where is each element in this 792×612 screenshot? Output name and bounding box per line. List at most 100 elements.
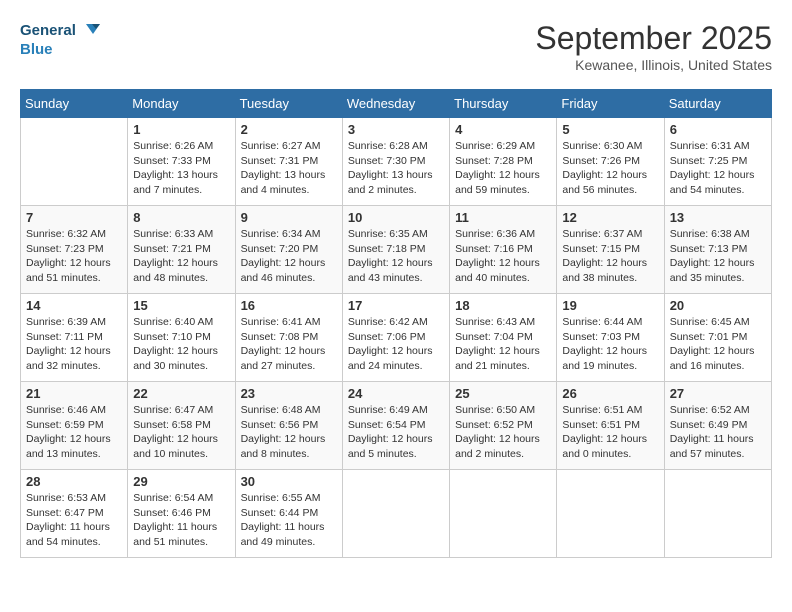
calendar-cell: 1Sunrise: 6:26 AM Sunset: 7:33 PM Daylig… [128, 118, 235, 206]
location: Kewanee, Illinois, United States [535, 57, 772, 73]
calendar-cell [664, 470, 771, 558]
day-info: Sunrise: 6:33 AM Sunset: 7:21 PM Dayligh… [133, 227, 229, 286]
day-number: 21 [26, 386, 122, 401]
calendar-cell: 29 Sunrise: 6:54 AM Sunset: 6:46 PM Dayli… [128, 470, 235, 558]
calendar-cell [450, 470, 557, 558]
calendar-cell: 10 Sunrise: 6:35 AM Sunset: 7:18 PM Dayli… [342, 206, 449, 294]
calendar-cell: 23 Sunrise: 6:48 AM Sunset: 6:56 PM Dayli… [235, 382, 342, 470]
day-info: Sunrise: 6:31 AM Sunset: 7:25 PM Dayligh… [670, 139, 766, 198]
day-number: 4 [455, 122, 551, 137]
day-info: Sunrise: 6:36 AM Sunset: 7:16 PM Dayligh… [455, 227, 551, 286]
day-info: Sunrise: 6:46 AM Sunset: 6:59 PM Dayligh… [26, 403, 122, 462]
day-number: 13 [670, 210, 766, 225]
day-info: Sunrise: 6:29 AM Sunset: 7:28 PM Dayligh… [455, 139, 551, 198]
calendar-cell: 18Sunrise: 6:43 AM Sunset: 7:04 PM Dayli… [450, 294, 557, 382]
logo-text-block: General Blue [20, 20, 100, 59]
day-header-saturday: Saturday [664, 90, 771, 118]
calendar-cell: 13 Sunrise: 6:38 AM Sunset: 7:13 PM Dayli… [664, 206, 771, 294]
calendar-cell [557, 470, 664, 558]
day-info: Sunrise: 6:51 AM Sunset: 6:51 PM Dayligh… [562, 403, 658, 462]
day-number: 20 [670, 298, 766, 313]
calendar-cell: 15Sunrise: 6:40 AM Sunset: 7:10 PM Dayli… [128, 294, 235, 382]
week-row-4: 21 Sunrise: 6:46 AM Sunset: 6:59 PM Dayli… [21, 382, 772, 470]
day-number: 9 [241, 210, 337, 225]
calendar-cell: 6 Sunrise: 6:31 AM Sunset: 7:25 PM Daylig… [664, 118, 771, 206]
day-info: Sunrise: 6:34 AM Sunset: 7:20 PM Dayligh… [241, 227, 337, 286]
day-info: Sunrise: 6:39 AM Sunset: 7:11 PM Dayligh… [26, 315, 122, 374]
week-row-5: 28Sunrise: 6:53 AM Sunset: 6:47 PM Dayli… [21, 470, 772, 558]
day-number: 25 [455, 386, 551, 401]
day-info: Sunrise: 6:55 AM Sunset: 6:44 PM Dayligh… [241, 491, 337, 550]
calendar-cell: 20 Sunrise: 6:45 AM Sunset: 7:01 PM Dayli… [664, 294, 771, 382]
logo-general: General [20, 23, 76, 40]
month-title: September 2025 [535, 20, 772, 57]
day-info: Sunrise: 6:50 AM Sunset: 6:52 PM Dayligh… [455, 403, 551, 462]
logo-blue: Blue [20, 42, 100, 59]
calendar-cell: 16Sunrise: 6:41 AM Sunset: 7:08 PM Dayli… [235, 294, 342, 382]
day-number: 14 [26, 298, 122, 313]
day-header-thursday: Thursday [450, 90, 557, 118]
calendar-cell: 4 Sunrise: 6:29 AM Sunset: 7:28 PM Daylig… [450, 118, 557, 206]
day-info: Sunrise: 6:32 AM Sunset: 7:23 PM Dayligh… [26, 227, 122, 286]
day-info: Sunrise: 6:40 AM Sunset: 7:10 PM Dayligh… [133, 315, 229, 374]
page-header: General Blue September 2025 Kewanee, Ill… [20, 20, 772, 73]
day-info: Sunrise: 6:52 AM Sunset: 6:49 PM Dayligh… [670, 403, 766, 462]
day-header-tuesday: Tuesday [235, 90, 342, 118]
day-number: 22 [133, 386, 229, 401]
day-number: 23 [241, 386, 337, 401]
day-number: 2 [241, 122, 337, 137]
day-number: 29 [133, 474, 229, 489]
calendar-cell: 11Sunrise: 6:36 AM Sunset: 7:16 PM Dayli… [450, 206, 557, 294]
day-info: Sunrise: 6:44 AM Sunset: 7:03 PM Dayligh… [562, 315, 658, 374]
calendar-cell: 14 Sunrise: 6:39 AM Sunset: 7:11 PM Dayli… [21, 294, 128, 382]
day-header-friday: Friday [557, 90, 664, 118]
calendar-cell [342, 470, 449, 558]
header-row: SundayMondayTuesdayWednesdayThursdayFrid… [21, 90, 772, 118]
week-row-2: 7 Sunrise: 6:32 AM Sunset: 7:23 PM Daylig… [21, 206, 772, 294]
day-info: Sunrise: 6:35 AM Sunset: 7:18 PM Dayligh… [348, 227, 444, 286]
day-number: 7 [26, 210, 122, 225]
calendar-cell: 22 Sunrise: 6:47 AM Sunset: 6:58 PM Dayli… [128, 382, 235, 470]
day-number: 30 [241, 474, 337, 489]
week-row-1: 1Sunrise: 6:26 AM Sunset: 7:33 PM Daylig… [21, 118, 772, 206]
day-number: 6 [670, 122, 766, 137]
calendar-cell: 17Sunrise: 6:42 AM Sunset: 7:06 PM Dayli… [342, 294, 449, 382]
day-info: Sunrise: 6:47 AM Sunset: 6:58 PM Dayligh… [133, 403, 229, 462]
calendar-cell: 25 Sunrise: 6:50 AM Sunset: 6:52 PM Dayli… [450, 382, 557, 470]
calendar-cell: 30 Sunrise: 6:55 AM Sunset: 6:44 PM Dayli… [235, 470, 342, 558]
calendar-cell: 8 Sunrise: 6:33 AM Sunset: 7:21 PM Daylig… [128, 206, 235, 294]
calendar-cell: 26Sunrise: 6:51 AM Sunset: 6:51 PM Dayli… [557, 382, 664, 470]
day-info: Sunrise: 6:38 AM Sunset: 7:13 PM Dayligh… [670, 227, 766, 286]
week-row-3: 14 Sunrise: 6:39 AM Sunset: 7:11 PM Dayli… [21, 294, 772, 382]
logo-bird-icon [78, 20, 100, 42]
day-info: Sunrise: 6:48 AM Sunset: 6:56 PM Dayligh… [241, 403, 337, 462]
day-info: Sunrise: 6:28 AM Sunset: 7:30 PM Dayligh… [348, 139, 444, 198]
day-info: Sunrise: 6:54 AM Sunset: 6:46 PM Dayligh… [133, 491, 229, 550]
calendar-cell: 2 Sunrise: 6:27 AM Sunset: 7:31 PM Daylig… [235, 118, 342, 206]
day-number: 28 [26, 474, 122, 489]
day-number: 12 [562, 210, 658, 225]
calendar-cell: 27Sunrise: 6:52 AM Sunset: 6:49 PM Dayli… [664, 382, 771, 470]
calendar-header: SundayMondayTuesdayWednesdayThursdayFrid… [21, 90, 772, 118]
day-number: 17 [348, 298, 444, 313]
day-number: 10 [348, 210, 444, 225]
day-info: Sunrise: 6:27 AM Sunset: 7:31 PM Dayligh… [241, 139, 337, 198]
day-number: 8 [133, 210, 229, 225]
calendar-cell: 9 Sunrise: 6:34 AM Sunset: 7:20 PM Daylig… [235, 206, 342, 294]
day-header-wednesday: Wednesday [342, 90, 449, 118]
calendar-cell: 7 Sunrise: 6:32 AM Sunset: 7:23 PM Daylig… [21, 206, 128, 294]
day-info: Sunrise: 6:37 AM Sunset: 7:15 PM Dayligh… [562, 227, 658, 286]
logo: General Blue [20, 20, 100, 59]
calendar-cell: 19 Sunrise: 6:44 AM Sunset: 7:03 PM Dayli… [557, 294, 664, 382]
day-info: Sunrise: 6:45 AM Sunset: 7:01 PM Dayligh… [670, 315, 766, 374]
title-block: September 2025 Kewanee, Illinois, United… [535, 20, 772, 73]
day-number: 1 [133, 122, 229, 137]
day-number: 16 [241, 298, 337, 313]
day-number: 5 [562, 122, 658, 137]
day-number: 19 [562, 298, 658, 313]
day-number: 18 [455, 298, 551, 313]
calendar-cell: 24Sunrise: 6:49 AM Sunset: 6:54 PM Dayli… [342, 382, 449, 470]
calendar-table: SundayMondayTuesdayWednesdayThursdayFrid… [20, 89, 772, 558]
calendar-cell [21, 118, 128, 206]
calendar-cell: 28Sunrise: 6:53 AM Sunset: 6:47 PM Dayli… [21, 470, 128, 558]
